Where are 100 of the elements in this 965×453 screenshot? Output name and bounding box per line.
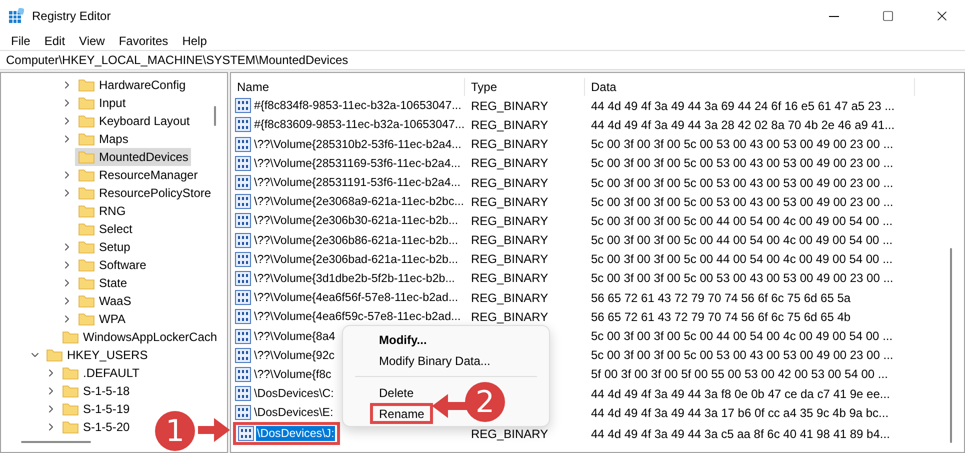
type-cell-text: REG_BINARY xyxy=(470,290,550,305)
tree-item[interactable]: .DEFAULT xyxy=(59,364,142,382)
data-cell-text: 44 4d 49 4f 3a 49 44 3a 28 42 02 8a 70 4b 2e 46 a9 41... xyxy=(590,118,896,132)
binary-value-icon xyxy=(235,386,251,402)
type-cell-text: REG_BINARY xyxy=(470,194,550,209)
menu-item[interactable]: View xyxy=(72,34,112,48)
type-cell-text: REG_BINARY xyxy=(470,156,550,170)
type-cell-text: REG_BINARY xyxy=(470,118,550,132)
binary-value-icon xyxy=(235,405,251,420)
tree-item[interactable]: MountedDevices xyxy=(75,148,192,166)
menu-item[interactable]: Favorites xyxy=(112,34,176,48)
value-name[interactable]: \??\Volume{28531169-53f6-11ec-b2a4... xyxy=(253,156,462,171)
tree-item[interactable]: Software xyxy=(75,256,150,274)
column-header[interactable]: Name xyxy=(231,78,465,96)
binary-value-icon xyxy=(235,194,251,210)
value-name[interactable]: \??\Volume{f8c xyxy=(253,366,332,382)
binary-value-icon xyxy=(235,252,251,267)
menu-item[interactable]: Help xyxy=(175,34,214,48)
tree-item[interactable]: Maps xyxy=(75,130,132,148)
tree-item[interactable]: Setup xyxy=(75,238,134,256)
tree-item[interactable]: S-1-5-18 xyxy=(59,382,133,400)
value-name[interactable]: \DosDevices\E: xyxy=(253,405,334,420)
tree-item[interactable]: S-1-5-20 xyxy=(59,418,133,436)
value-name[interactable]: \??\Volume{285310b2-53f6-11ec-b2a4... xyxy=(253,136,462,152)
binary-value-icon xyxy=(235,156,251,171)
value-name[interactable]: \??\Volume{92c xyxy=(253,348,336,363)
data-cell-text: 5c 00 3f 00 3f 00 5c 00 44 00 54 00 4c 00 49 00 54 00 ... xyxy=(590,214,894,228)
tree-item[interactable]: WPA xyxy=(75,310,128,328)
tree-item[interactable]: Input xyxy=(75,94,129,112)
binary-value-icon xyxy=(235,175,251,190)
data-cell-text: 44 4d 49 4f 3a 49 44 3a 69 44 24 6f 16 e5 61 47 a5 23 ... xyxy=(590,98,896,113)
tree-item[interactable]: WindowsAppLockerCach xyxy=(59,328,220,346)
value-name[interactable]: \??\Volume{2e306bad-621a-11ec-b2b... xyxy=(253,252,460,267)
value-name[interactable]: \??\Volume{3d1dbe2b-5f2b-11ec-b2b... xyxy=(253,270,456,286)
folder-icon xyxy=(78,150,95,164)
data-cell-text: 5c 00 3f 00 3f 00 5c 00 53 00 43 00 53 00 49 00 23 00 ... xyxy=(590,348,894,362)
tree-item[interactable]: HardwareConfig xyxy=(75,76,189,94)
folder-icon xyxy=(78,114,95,128)
binary-value-icon xyxy=(235,232,251,248)
context-menu-item[interactable]: Modify Binary Data... xyxy=(373,350,496,371)
binary-value-icon xyxy=(235,213,251,228)
binary-value-icon xyxy=(235,98,251,114)
scrollbar-thumb[interactable] xyxy=(214,106,216,126)
folder-icon xyxy=(78,78,95,92)
data-cell-text: 5c 00 3f 00 3f 00 5c 00 44 00 54 00 4c 00 49 00 54 00 ... xyxy=(590,233,894,248)
type-cell-text: REG_BINARY xyxy=(470,137,550,152)
binary-value-icon xyxy=(235,309,251,324)
maximize-icon xyxy=(882,10,894,22)
tree-item[interactable]: HKEY_USERS xyxy=(43,346,151,364)
binary-value-icon xyxy=(235,270,251,286)
value-name[interactable]: \??\Volume{2e306b30-621a-11ec-b2b... xyxy=(253,213,460,228)
type-cell-text: REG_BINARY xyxy=(470,98,550,113)
binary-value-icon xyxy=(235,136,251,152)
value-name[interactable]: #{f8c834f8-9853-11ec-b32a-10653047... xyxy=(253,98,462,114)
value-name[interactable]: \??\Volume{4ea6f59c-57e8-11ec-b2ad... xyxy=(253,309,462,324)
folder-icon xyxy=(62,420,79,434)
value-name[interactable]: \??\Volume{2e3068a9-621a-11ec-b2bc... xyxy=(253,194,465,210)
context-menu-item[interactable]: Delete xyxy=(373,382,420,403)
value-name[interactable]: \??\Volume{8a4 xyxy=(253,328,336,344)
column-header[interactable]: Data xyxy=(585,78,915,96)
data-cell-text: 5c 00 3f 00 3f 00 5c 00 44 00 54 00 4c 00 49 00 54 00 ... xyxy=(590,329,894,344)
tree-item[interactable]: Keyboard Layout xyxy=(75,112,193,130)
menu-item[interactable]: File xyxy=(4,34,38,48)
data-cell-text: 44 4d 49 4f 3a 49 44 3a 17 b6 0f cc a4 35 9c 4b 9a bc... xyxy=(590,406,890,420)
type-cell-text: REG_BINARY xyxy=(470,271,550,286)
scrollbar-thumb[interactable] xyxy=(21,441,91,443)
value-name[interactable]: \DosDevices\C: xyxy=(253,386,335,402)
window-title: Registry Editor xyxy=(32,9,112,23)
binary-value-icon xyxy=(235,117,251,132)
folder-icon xyxy=(62,330,79,344)
type-cell-text: REG_BINARY xyxy=(470,252,550,266)
data-cell-text: 5c 00 3f 00 3f 00 5c 00 53 00 43 00 53 00 49 00 23 00 ... xyxy=(590,137,894,152)
tree-item[interactable]: S-1-5-19 xyxy=(59,400,133,418)
context-menu-item[interactable]: Rename xyxy=(370,403,434,424)
data-cell-text: 5c 00 3f 00 3f 00 5c 00 53 00 43 00 53 00 49 00 23 00 ... xyxy=(590,176,894,190)
tree-item[interactable]: State xyxy=(75,274,130,292)
value-name[interactable]: \??\Volume{2e306b86-621a-11ec-b2b... xyxy=(253,232,460,248)
type-cell-text: REG_BINARY xyxy=(470,176,550,190)
value-name[interactable]: \DosDevices\J: xyxy=(256,426,336,442)
context-menu-item[interactable]: Modify... xyxy=(373,329,433,350)
tree-item[interactable]: Select xyxy=(75,220,136,238)
arrow-icon xyxy=(432,394,468,418)
value-name[interactable]: #{f8c83609-9853-11ec-b32a-10653047... xyxy=(253,117,466,132)
folder-icon xyxy=(78,258,95,272)
column-header[interactable]: Type xyxy=(465,78,585,96)
tree-item[interactable]: WaaS xyxy=(75,292,134,310)
value-name[interactable]: \??\Volume{4ea6f56f-57e8-11ec-b2ad... xyxy=(253,290,460,306)
tree-item[interactable]: ResourceManager xyxy=(75,166,201,184)
data-cell-text: 5c 00 3f 00 3f 00 5c 00 53 00 43 00 53 00 49 00 23 00 ... xyxy=(590,156,894,170)
binary-value-icon xyxy=(235,290,251,306)
tree-item[interactable]: ResourcePolicyStore xyxy=(75,184,214,202)
folder-icon xyxy=(78,204,95,218)
menu-item[interactable]: Edit xyxy=(37,34,72,48)
address-field[interactable]: Computer\HKEY_LOCAL_MACHINE\SYSTEM\MountedDevices xyxy=(0,50,965,70)
tree-item[interactable]: RNG xyxy=(75,202,129,220)
value-name[interactable]: \??\Volume{28531191-53f6-11ec-b2a4... xyxy=(253,175,462,190)
scrollbar-thumb[interactable] xyxy=(950,248,952,443)
arrow-icon xyxy=(198,418,230,442)
folder-icon xyxy=(78,240,95,254)
data-cell-text: 5c 00 3f 00 3f 00 5c 00 44 00 54 00 4c 00 49 00 54 00 ... xyxy=(590,252,894,266)
